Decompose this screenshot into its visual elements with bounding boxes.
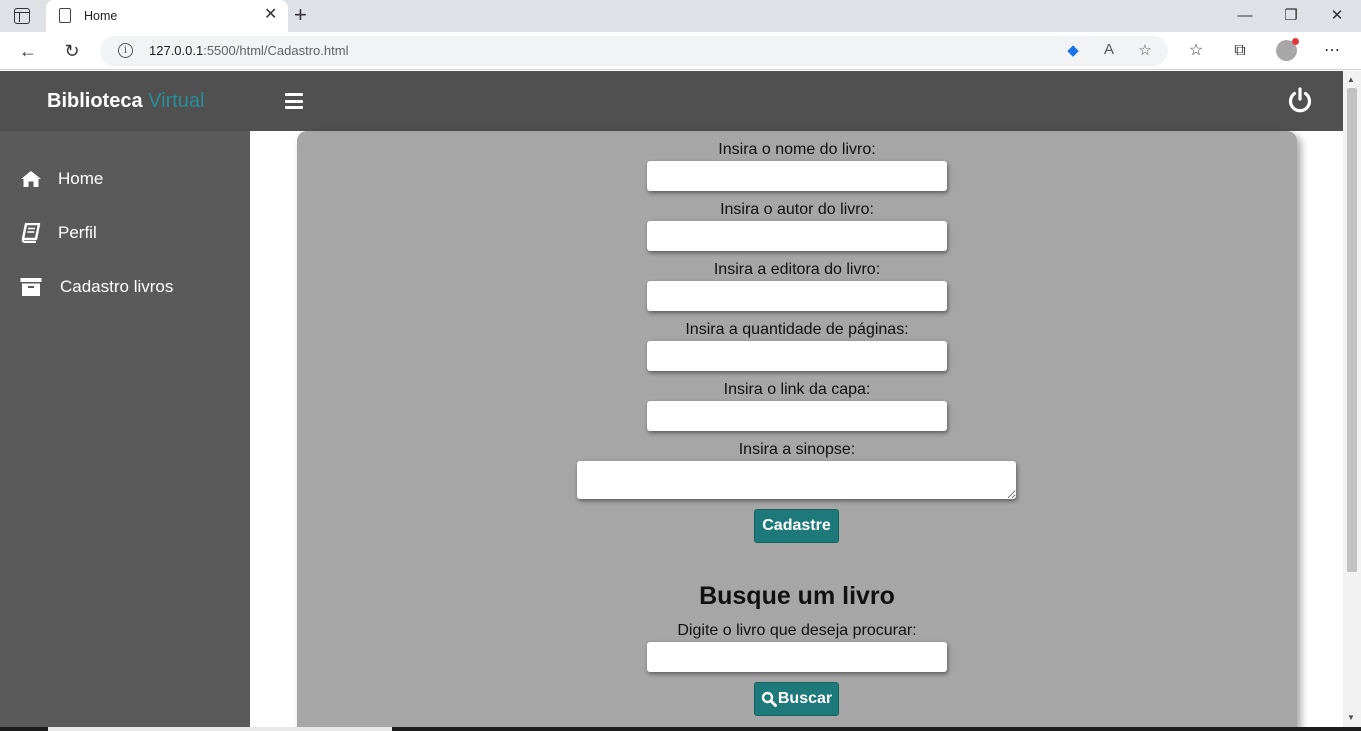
sidebar-item-label: Home (58, 169, 104, 188)
favorites-icon[interactable]: ☆ (1184, 39, 1208, 63)
search-title: Busque um livro (699, 582, 895, 610)
sidebar-item-home[interactable]: Home (20, 166, 103, 192)
synopsis-textarea[interactable] (577, 461, 1016, 499)
page-count-label: Insira a quantidade de páginas: (685, 321, 909, 338)
book-publisher-label: Insira a editora do livro: (713, 261, 881, 278)
page-icon (59, 8, 71, 23)
search-button[interactable]: Buscar (754, 682, 839, 716)
book-author-input[interactable] (647, 221, 947, 251)
book-name-input[interactable] (647, 161, 947, 191)
profile-avatar[interactable] (1276, 38, 1299, 61)
site-info-icon[interactable]: i (118, 43, 133, 58)
tab-actions-icon[interactable] (14, 8, 30, 24)
more-options-icon[interactable]: ⋯ (1320, 39, 1344, 63)
restore-icon[interactable]: ❐ (1276, 4, 1306, 28)
cover-link-label: Insira o link da capa: (723, 381, 871, 398)
close-window-icon[interactable]: ✕ (1322, 4, 1352, 28)
archive-icon (20, 277, 42, 297)
book-name-label: Insira o nome do livro: (718, 141, 876, 158)
scroll-down-icon[interactable]: ▼ (1347, 713, 1355, 722)
sidebar: Home Perfil Cadastro livros (0, 131, 250, 731)
menu-toggle-icon[interactable] (285, 93, 303, 109)
cover-link-input[interactable] (647, 401, 947, 431)
browser-tab[interactable]: Home ✕ (46, 0, 288, 32)
brand-logo[interactable]: Biblioteca Virtual (47, 90, 204, 113)
book-icon (20, 223, 42, 243)
page-viewport: Biblioteca Virtual Home Perfil Cadastro … (0, 71, 1343, 731)
close-tab-icon[interactable]: ✕ (264, 6, 277, 24)
cadastre-button[interactable]: Cadastre (754, 509, 839, 543)
logout-power-icon[interactable] (1286, 86, 1314, 114)
page-scrollbar[interactable]: ▲ ▼ (1343, 71, 1361, 731)
home-icon (20, 169, 42, 189)
sidebar-item-label: Cadastro livros (60, 277, 174, 296)
back-icon[interactable]: ← (16, 39, 40, 63)
sidebar-item-label: Perfil (58, 223, 97, 242)
search-label: Digite o livro que deseja procurar: (677, 622, 917, 639)
sidebar-item-cadastro-livros[interactable]: Cadastro livros (20, 274, 173, 300)
browser-tab-bar: Home ✕ + — ❐ ✕ (0, 0, 1361, 32)
read-aloud-icon[interactable]: A (1098, 41, 1120, 58)
new-tab-icon[interactable]: + (294, 3, 307, 27)
taskbar-edge (0, 727, 1361, 731)
add-favorite-icon[interactable]: ☆ (1134, 41, 1156, 59)
main-content-panel: Insira o nome do livro: Insira o autor d… (297, 131, 1297, 731)
search-input[interactable] (647, 642, 947, 672)
scroll-up-icon[interactable]: ▲ (1347, 75, 1355, 84)
search-button-label: Buscar (777, 690, 833, 707)
url-field[interactable]: i 127.0.0.1:5500/html/Cadastro.html ◆ A … (100, 36, 1168, 66)
url-text: 127.0.0.1:5500/html/Cadastro.html (149, 43, 349, 58)
minimize-icon[interactable]: — (1230, 4, 1260, 28)
sidebar-item-perfil[interactable]: Perfil (20, 220, 97, 246)
synopsis-label: Insira a sinopse: (738, 441, 856, 458)
book-publisher-input[interactable] (647, 281, 947, 311)
refresh-icon[interactable]: ↻ (60, 39, 84, 63)
scrollbar-thumb[interactable] (1347, 88, 1357, 572)
site-header: Biblioteca Virtual (0, 71, 1343, 131)
collections-icon[interactable]: ⧉ (1228, 39, 1252, 63)
page-count-input[interactable] (647, 341, 947, 371)
address-bar-row: ← ↻ i 127.0.0.1:5500/html/Cadastro.html … (0, 32, 1361, 70)
tab-title: Home (84, 9, 118, 23)
book-author-label: Insira o autor do livro: (720, 201, 874, 218)
search-icon (761, 691, 777, 707)
coupon-tag-icon[interactable]: ◆ (1062, 41, 1084, 59)
